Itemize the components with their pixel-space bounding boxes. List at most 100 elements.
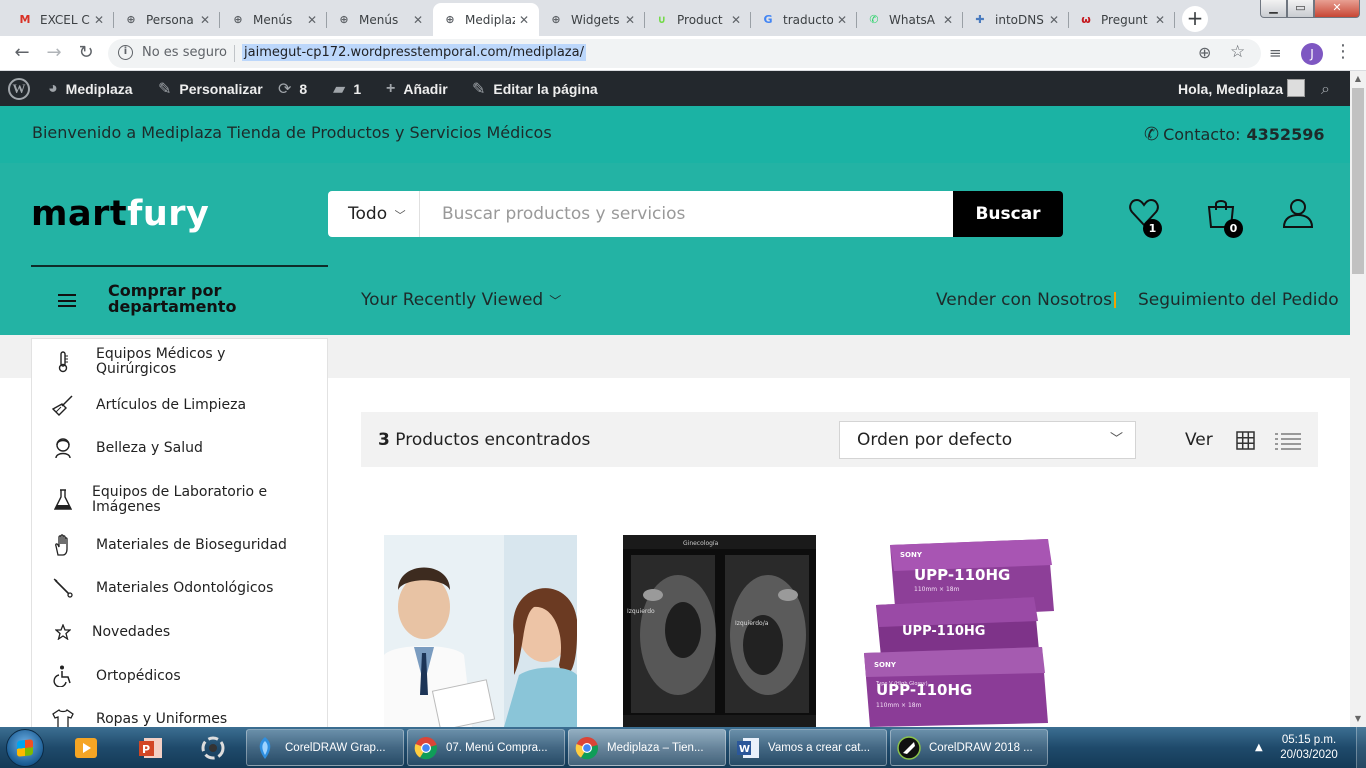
forward-button[interactable]: → [42, 41, 66, 65]
minimize-button[interactable]: ▁ [1260, 0, 1287, 18]
tray-expand-icon[interactable]: ▲ [1255, 742, 1263, 753]
chevron-down-icon: ﹀ [1109, 432, 1123, 447]
close-tab-icon[interactable]: ✕ [833, 13, 851, 27]
product-image-doctor-patient[interactable] [384, 535, 577, 727]
system-clock[interactable]: 05:15 p.m. 20/03/2020 [1272, 733, 1346, 763]
taskbar-task[interactable]: Mediplaza – Tien... [568, 729, 726, 766]
browser-tab[interactable]: ∪ Product ✕ [645, 3, 751, 36]
wp-search-icon[interactable]: ⌕ [1321, 79, 1330, 99]
show-desktop-button[interactable] [1356, 727, 1366, 768]
tab-favicon-icon: M [19, 13, 31, 26]
close-tab-icon[interactable]: ✕ [515, 13, 533, 27]
wordpress-logo-icon[interactable]: W [8, 78, 30, 100]
close-tab-icon[interactable]: ✕ [1045, 13, 1063, 27]
department-item[interactable]: Equipos Médicos y Quirúrgicos [32, 341, 327, 383]
dental-tool-icon [52, 577, 74, 599]
recently-viewed-dropdown[interactable]: Your Recently Viewed ﹀ [361, 290, 561, 310]
department-item[interactable]: Ropas y Uniformes [32, 698, 327, 729]
wp-avatar[interactable] [1287, 79, 1305, 97]
search-category-select[interactable]: Todo ﹀ [328, 191, 420, 237]
browser-tab[interactable]: ✚ intoDNS ✕ [963, 3, 1069, 36]
bookmark-star-icon[interactable]: ☆ [1230, 42, 1245, 62]
department-item[interactable]: Materiales Odontológicos [32, 567, 327, 609]
department-item[interactable]: Belleza y Salud [32, 427, 327, 469]
profile-avatar[interactable]: J [1301, 43, 1323, 65]
menu-dots-icon[interactable]: ⋮ [1334, 42, 1352, 62]
security-label[interactable]: No es seguro [142, 45, 227, 60]
wp-customize-link[interactable]: ✎ Personalizar [158, 71, 263, 106]
browser-tab[interactable]: M EXCEL C ✕ [8, 3, 114, 36]
capture-tool-icon[interactable] [195, 731, 231, 765]
wp-account-link[interactable]: Hola, Mediplaza [1178, 71, 1283, 106]
omnibox[interactable]: i No es seguro jaimegut-cp172.wordpresst… [108, 39, 1261, 68]
scrollbar-thumb[interactable] [1352, 88, 1364, 274]
close-tab-icon[interactable]: ✕ [1151, 13, 1169, 27]
department-item[interactable]: Materiales de Bioseguridad [32, 524, 327, 566]
media-control-icon[interactable]: ≡ [1269, 44, 1282, 62]
wp-add-new-link[interactable]: + Añadir [386, 71, 448, 106]
sell-with-us-link[interactable]: Vender con Nosotros [936, 290, 1112, 310]
browser-tab[interactable]: Gtraducto ✕ [751, 3, 857, 36]
welcome-text: Bienvenido a Mediplaza Tienda de Product… [32, 123, 552, 142]
hamburger-menu-icon[interactable] [58, 294, 76, 307]
tab-title: Pregunt [1101, 12, 1148, 27]
close-tab-icon[interactable]: ✕ [621, 13, 639, 27]
product-image-ultrasound[interactable]: Ginecología Izquierdo Izquierdo/a [623, 535, 816, 727]
close-tab-icon[interactable]: ✕ [90, 13, 108, 27]
clock-date: 20/03/2020 [1280, 749, 1338, 761]
browser-tab[interactable]: ⊕ Widgets ✕ [539, 3, 645, 36]
search-button[interactable]: Buscar [953, 191, 1063, 237]
scroll-down-arrow-icon[interactable]: ▼ [1350, 711, 1366, 727]
back-button[interactable]: ← [10, 41, 34, 65]
maximize-button[interactable]: ▭ [1287, 0, 1314, 18]
sort-select[interactable]: Orden por defecto ﹀ [839, 421, 1136, 459]
list-view-icon[interactable] [1275, 432, 1301, 450]
wp-site-link[interactable]: ◕ Mediplaza [48, 71, 133, 106]
site-logo[interactable]: martfury [31, 194, 209, 234]
department-item-label: Ortopédicos [96, 667, 181, 684]
wp-edit-page-link[interactable]: ✎ Editar la página [472, 71, 598, 106]
media-player-icon[interactable] [68, 731, 104, 765]
scroll-up-arrow-icon[interactable]: ▲ [1350, 71, 1366, 87]
wp-greeting: Hola, Mediplaza [1178, 80, 1284, 97]
department-item[interactable]: Equipos de Laboratorio e Imágenes [32, 476, 327, 524]
new-tab-button[interactable]: + [1182, 6, 1208, 32]
search-input[interactable] [420, 191, 954, 237]
close-window-button[interactable]: ✕ [1314, 0, 1360, 18]
grid-view-icon[interactable] [1236, 431, 1255, 450]
reload-button[interactable]: ↻ [74, 41, 98, 65]
user-icon[interactable] [1281, 196, 1315, 230]
browser-tab[interactable]: ⊕ Mediplaz ✕ [433, 3, 539, 36]
wp-comments-link[interactable]: ▰ 1 [333, 71, 361, 106]
browser-tab[interactable]: ✆ WhatsA ✕ [857, 3, 963, 36]
wp-updates-link[interactable]: ⟳ 8 [278, 71, 307, 106]
broom-icon [52, 394, 74, 416]
zoom-icon[interactable]: ⊕ [1198, 43, 1211, 62]
close-tab-icon[interactable]: ✕ [409, 13, 427, 27]
start-button[interactable] [6, 729, 44, 767]
close-tab-icon[interactable]: ✕ [939, 13, 957, 27]
department-item[interactable]: Artículos de Limpieza [32, 384, 327, 426]
taskbar-task[interactable]: W Vamos a crear cat... [729, 729, 887, 766]
powerpoint-icon[interactable]: P [133, 731, 169, 765]
omnibox-divider [234, 45, 235, 62]
url-text[interactable]: jaimegut-cp172.wordpresstemporal.com/med… [242, 44, 586, 61]
browser-tab[interactable]: ⊕ Menús ✕ [327, 3, 433, 36]
browser-tab[interactable]: ⊕ Persona ✕ [114, 3, 220, 36]
taskbar-task[interactable]: 07. Menú Compra... [407, 729, 565, 766]
close-tab-icon[interactable]: ✕ [196, 13, 214, 27]
close-tab-icon[interactable]: ✕ [303, 13, 321, 27]
department-item[interactable]: Novedades [32, 611, 327, 653]
updates-icon: ⟳ [278, 80, 292, 98]
department-item[interactable]: Ortopédicos [32, 655, 327, 697]
close-tab-icon[interactable]: ✕ [727, 13, 745, 27]
browser-tab[interactable]: ⊕ Menús ✕ [221, 3, 327, 36]
taskbar-task[interactable]: CorelDRAW Grap... [246, 729, 404, 766]
product-image-sony-upp110hg[interactable]: SONY UPP-110HG 110mm × 18m UPP-110HG SON… [862, 535, 1056, 727]
department-label[interactable]: Comprar por departamento [108, 283, 268, 315]
info-icon[interactable]: i [118, 45, 133, 60]
browser-tab-strip: M EXCEL C ✕ ⊕ Persona ✕ ⊕ Menús ✕ ⊕ Menús ✕ ⊕ Medipla… [0, 0, 1366, 36]
browser-tab[interactable]: ω Pregunt ✕ [1069, 3, 1175, 36]
taskbar-task[interactable]: CorelDRAW 2018 ... [890, 729, 1048, 766]
order-tracking-link[interactable]: Seguimiento del Pedido [1138, 290, 1339, 310]
